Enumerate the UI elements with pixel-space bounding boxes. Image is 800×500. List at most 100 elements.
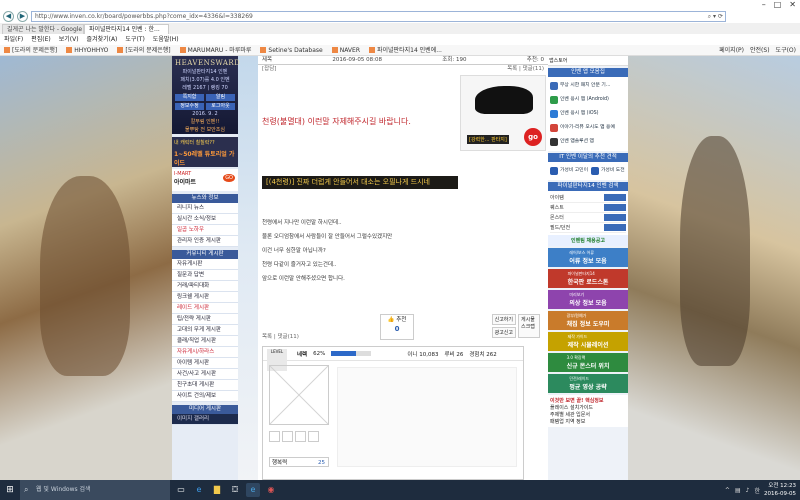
tools-menu[interactable]: 도구(O): [776, 45, 796, 56]
ie-icon[interactable]: e: [246, 483, 260, 497]
core-info-item[interactable]: 패템업 지역 정보: [550, 418, 626, 425]
sidebar-item-raid[interactable]: 레이드 게시판: [172, 303, 238, 314]
info-banner[interactable]: 미리보기 의상 정보 모음: [548, 290, 628, 309]
sidebar-item-tips[interactable]: 팁/전략 게시판: [172, 314, 238, 325]
info-banner[interactable]: 파이널판타지14 한국판 로드스톤: [548, 269, 628, 288]
sidebar-item-free[interactable]: 자유게시판: [172, 259, 238, 270]
core-info-item[interactable]: 플레이스 설치가이드: [550, 404, 626, 411]
sidebar-item-gallery[interactable]: 이미지 갤러리: [172, 414, 238, 425]
app-item[interactable]: 이야기-리뷰 오시도 앱 용예: [550, 121, 626, 135]
search-input[interactable]: [604, 224, 626, 231]
sidebar-item-news[interactable]: 리니지 뉴스: [172, 203, 238, 214]
article-top-links[interactable]: 목록 | 댓글(11): [507, 65, 544, 74]
menu-favorites[interactable]: 즐겨찾기(A): [87, 34, 118, 45]
app-store-link[interactable]: 앱스토어: [548, 56, 628, 66]
sidebar-item-ancient[interactable]: 고대의 무게 게시판: [172, 325, 238, 336]
search-row[interactable]: 몬스터: [550, 213, 626, 223]
edit-info-button[interactable]: 정보수정: [175, 103, 204, 110]
forward-icon[interactable]: ▶: [17, 11, 28, 22]
menu-help[interactable]: 도움말(H): [153, 34, 179, 45]
edge-icon[interactable]: e: [192, 483, 206, 497]
page-menu[interactable]: 페이지(P): [719, 45, 744, 56]
sidebar-item-trade[interactable]: 거래/파티대화: [172, 281, 238, 292]
it-item[interactable]: 가성비 도전: [591, 164, 625, 178]
sidebar-item-harass[interactable]: 자유게시/하라스: [172, 347, 238, 358]
author-name[interactable]: 네렉: [297, 350, 307, 358]
sidebar-item-incident[interactable]: 사건/사고 게시판: [172, 369, 238, 380]
logout-button[interactable]: 로그아웃: [206, 103, 235, 110]
mailbox-button[interactable]: 쪽지함: [175, 94, 204, 101]
menu-edit[interactable]: 편집(E): [31, 34, 51, 45]
tab-inven[interactable]: 파이널판타지14 인벤 : 한...: [84, 24, 169, 34]
tab-google[interactable]: 길게곤 나는 말한다 - Google: [2, 24, 84, 34]
close-icon[interactable]: ✕: [789, 0, 796, 10]
search-input[interactable]: [604, 194, 626, 201]
up-arrow-icon[interactable]: ^: [725, 487, 730, 494]
report-button[interactable]: 신고하기: [491, 314, 516, 325]
url-field[interactable]: http://www.inven.co.kr/board/powerbbs.ph…: [31, 11, 726, 22]
task-view-icon[interactable]: ▭: [174, 483, 188, 497]
info-banner[interactable]: 3.0 확장팩 신규 몬스터 위치: [548, 353, 628, 372]
shoe-advertisement[interactable]: [강력한... 판타지] go: [460, 75, 546, 151]
info-banner[interactable]: 광부/원예가 채집 정보 도우미: [548, 311, 628, 330]
ad-go-button[interactable]: go: [524, 128, 542, 146]
search-input[interactable]: [604, 204, 626, 211]
menu-tools[interactable]: 도구(T): [125, 34, 144, 45]
url-actions-icon[interactable]: ⌕ ▾ ⟳: [708, 12, 723, 21]
minimize-icon[interactable]: –: [762, 0, 766, 10]
scrap-button[interactable]: 게시물 스크랩: [518, 314, 540, 338]
app-item[interactable]: 인벤 응시 앱 (iOS): [550, 107, 626, 121]
app-item[interactable]: 인벤 앱솔루션 앱: [550, 135, 626, 149]
notice-line[interactable]: 칼부림 인벤!!: [175, 118, 235, 125]
guide-promo-banner[interactable]: 내 캐릭터 칠칠락?? 1~50레벨 튜토리얼 가이드: [172, 137, 238, 167]
favorite-item[interactable]: NAVER: [332, 45, 360, 55]
favorite-item[interactable]: Setine's Database: [260, 45, 322, 55]
alert-button[interactable]: 알림: [206, 94, 235, 101]
search-row[interactable]: 아이템: [550, 193, 626, 203]
app-item[interactable]: 인벤 응시 앱 (Android): [550, 93, 626, 107]
keyboard-icon[interactable]: 한: [754, 486, 760, 495]
it-item[interactable]: 가성비 고민이: [550, 164, 588, 178]
maximize-icon[interactable]: □: [774, 0, 782, 10]
menu-file[interactable]: 파일(F): [4, 34, 23, 45]
recommend-button[interactable]: 👍 추천 0: [380, 314, 414, 340]
sidebar-item-qna[interactable]: 질문과 답변: [172, 270, 238, 281]
game-icon[interactable]: ◉: [264, 483, 278, 497]
search-row[interactable]: 퀘스트: [550, 203, 626, 213]
favorite-item[interactable]: MARUMARU - 마루마루: [180, 45, 252, 55]
sidebar-item-items[interactable]: 아이템 게시판: [172, 358, 238, 369]
store-icon[interactable]: ⛋: [228, 483, 242, 497]
sidebar-item-admin[interactable]: 관리자 인증 게시판: [172, 236, 238, 247]
game-logo[interactable]: HEAVENSWARD: [175, 59, 240, 67]
sidebar-item-knowhow[interactable]: 일곱 노하우: [172, 225, 238, 236]
imart-banner[interactable]: I-MART 아이마트 GO: [172, 169, 238, 191]
app-item[interactable]: 무상 시한 패치 안분 기...: [550, 79, 626, 93]
sidebar-item-live[interactable]: 실시간 소식/정보: [172, 214, 238, 225]
search-input[interactable]: [604, 214, 626, 221]
sidebar-item-linkshell[interactable]: 링크쉘 게시판: [172, 292, 238, 303]
favorite-item[interactable]: 파이널판타지14 인벤에...: [369, 45, 442, 55]
info-banner[interactable]: 레어/보스 어류 어류 정보 모음: [548, 248, 628, 267]
ad-report-button[interactable]: 광고신고: [491, 327, 516, 338]
favorite-item[interactable]: [도라의 문제은행]: [117, 45, 170, 55]
taskbar-clock[interactable]: 오전 12:23 2016-09-05: [764, 482, 796, 498]
windows-start-icon[interactable]: ⊞: [0, 480, 20, 500]
sidebar-item-invite[interactable]: 친구초대 게시판: [172, 380, 238, 391]
sidebar-item-class[interactable]: 클래/직업 게시판: [172, 336, 238, 347]
favorite-item[interactable]: [도라의 문제은행]: [4, 45, 57, 55]
back-icon[interactable]: ◀: [3, 11, 14, 22]
imart-go-button[interactable]: GO: [223, 174, 235, 182]
core-info-item[interactable]: 주제별 세관 입문서: [550, 411, 626, 418]
recruit-banner[interactable]: 인벤팀 채용공고: [548, 235, 628, 246]
article-bottom-links[interactable]: 목록 | 댓글(11): [262, 332, 299, 340]
network-icon[interactable]: ▤: [735, 487, 741, 494]
info-banner[interactable]: 제작 가이드 제작 시뮬레이션: [548, 332, 628, 351]
safety-menu[interactable]: 안전(S): [750, 45, 770, 56]
file-explorer-icon[interactable]: ▇: [210, 483, 224, 497]
sidebar-item-feedback[interactable]: 사이트 건의/제보: [172, 391, 238, 402]
volume-icon[interactable]: ♪: [746, 487, 750, 494]
info-banner[interactable]: 던전/레이드 펑균 영상 공략: [548, 374, 628, 393]
notice-line[interactable]: 물뿌탕 전 보안조심: [175, 126, 235, 133]
taskbar-search-input[interactable]: 웹 및 Windows 검색: [20, 480, 170, 500]
favorite-item[interactable]: HHYOHHYO: [66, 45, 108, 55]
